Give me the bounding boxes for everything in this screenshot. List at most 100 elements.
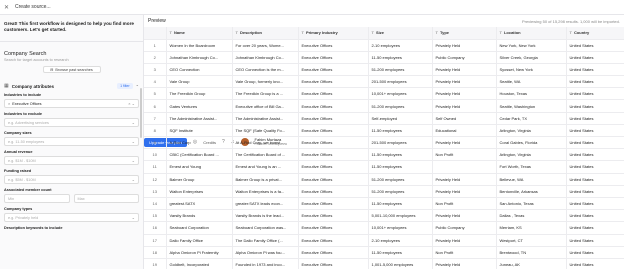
table-cell[interactable]: United States: [566, 51, 624, 64]
table-cell[interactable]: Alpha Omicron Pi was fou...: [232, 246, 299, 259]
table-row[interactable]: 4 Vale Group Vale Group, formerly kno... Ex…: [144, 75, 624, 89]
table-row[interactable]: 19 Goldbelt, Incorporated Founded in 1973 …: [144, 258, 624, 269]
table-cell[interactable]: Executive Offices: [298, 112, 369, 125]
column-header-location[interactable]: T Location: [496, 27, 567, 40]
table-cell[interactable]: The Certification Board of ...: [232, 148, 299, 162]
table-cell[interactable]: Brentwood, TN: [496, 246, 567, 259]
table-cell[interactable]: 10,001+ employees: [368, 87, 433, 101]
table-cell[interactable]: Vale Group, formerly kno...: [232, 75, 299, 89]
table-cell[interactable]: Executive Offices: [298, 87, 369, 101]
table-cell[interactable]: Westport, CT: [496, 234, 567, 247]
table-cell[interactable]: Balmer Group: [166, 173, 233, 186]
table-cell[interactable]: Merriam, KS: [496, 221, 567, 235]
table-cell[interactable]: United States: [566, 258, 624, 269]
table-cell[interactable]: 11-50 employees: [368, 197, 433, 211]
table-cell[interactable]: The Dallo Family Office (...: [232, 234, 299, 247]
table-cell[interactable]: greatest.SATX: [166, 197, 233, 211]
table-cell[interactable]: Educational: [432, 124, 497, 138]
table-cell[interactable]: Privately Held: [432, 87, 497, 101]
table-cell[interactable]: Coral Gables, Florida: [496, 136, 567, 150]
industries-exclude-select[interactable]: e.g. Advertising services ⌄: [4, 118, 139, 127]
table-cell[interactable]: Bellevue, WA: [496, 173, 567, 186]
table-cell[interactable]: Executive Offices: [298, 136, 369, 150]
table-cell[interactable]: Varsity Brands is the lead...: [232, 209, 299, 223]
table-cell[interactable]: Executive Offices: [298, 124, 369, 138]
table-cell[interactable]: Juneau, AK: [496, 258, 567, 269]
table-cell[interactable]: Non Profit: [432, 197, 497, 211]
table-cell[interactable]: 51-200 employees: [368, 185, 433, 198]
table-cell[interactable]: United States: [566, 39, 624, 52]
table-cell[interactable]: United States: [566, 148, 624, 162]
table-row[interactable]: 5 The Freedkin Group The Freedkin Group is…: [144, 87, 624, 101]
table-cell[interactable]: Silver Creek, Georgia: [496, 51, 567, 64]
table-cell[interactable]: San Antonio, Texas: [496, 197, 567, 211]
table-cell[interactable]: The Administrative Assist...: [166, 112, 233, 125]
table-row[interactable]: 7 The Administrative Assist... The Adminis…: [144, 112, 624, 125]
table-cell[interactable]: United States: [566, 75, 624, 89]
table-cell[interactable]: United States: [566, 185, 624, 198]
table-cell[interactable]: 51-200 employees: [368, 99, 433, 113]
table-cell[interactable]: Public Company: [432, 51, 497, 64]
table-cell[interactable]: The Administrative Assist...: [232, 112, 299, 125]
table-cell[interactable]: 201-500 employees: [368, 75, 433, 89]
table-cell[interactable]: Arlington, Virginia: [496, 124, 567, 138]
table-cell[interactable]: Privately Held: [432, 75, 497, 89]
table-cell[interactable]: 2-10 employees: [368, 39, 433, 52]
column-header-size[interactable]: T Size: [368, 27, 433, 40]
table-row[interactable]: 15 Varsity Brands Varsity Brands is the le…: [144, 209, 624, 223]
scrollbar[interactable]: [140, 88, 142, 138]
table-cell[interactable]: United States: [566, 160, 624, 174]
table-cell[interactable]: United States: [566, 209, 624, 223]
table-cell[interactable]: Dallas , Texas: [496, 209, 567, 223]
table-cell[interactable]: United States: [566, 197, 624, 211]
table-cell[interactable]: A-Rod Corp: [166, 136, 233, 150]
table-cell[interactable]: The Freedkin Group: [166, 87, 233, 101]
table-cell[interactable]: Johnathan Kimbrough Co...: [232, 51, 299, 64]
table-cell[interactable]: Cedar Park, TX: [496, 112, 567, 125]
table-cell[interactable]: United States: [566, 87, 624, 101]
table-cell[interactable]: Privately Held: [432, 258, 497, 269]
table-cell[interactable]: 10,001+ employees: [368, 221, 433, 235]
close-icon[interactable]: ✕: [4, 4, 9, 11]
industries-include-select[interactable]: × Executive Offices × ⌄: [4, 99, 139, 108]
table-cell[interactable]: United States: [566, 234, 624, 247]
column-header-description[interactable]: T Description: [232, 27, 299, 40]
table-cell[interactable]: Seaboard Corporation: [166, 221, 233, 235]
table-cell[interactable]: Executive office of Bill Ga...: [232, 99, 299, 113]
table-cell[interactable]: Johnathan Kimbrough Co...: [166, 51, 233, 64]
table-row[interactable]: 13 Walton Enterprises Walton Enterprises i…: [144, 185, 624, 198]
table-cell[interactable]: Self Owned: [432, 112, 497, 125]
table-cell[interactable]: Seattle, Washington: [496, 99, 567, 113]
table-cell[interactable]: Gates Ventures: [166, 99, 233, 113]
table-cell[interactable]: Ernest and Young: [166, 160, 233, 174]
table-cell[interactable]: Seaboard Corporation was...: [232, 221, 299, 235]
table-cell[interactable]: For over 20 years, Wome...: [232, 39, 299, 52]
table-cell[interactable]: Walton Enterprises is a fa...: [232, 185, 299, 198]
table-cell[interactable]: Executive Offices: [298, 221, 369, 235]
table-cell[interactable]: Non Profit: [432, 148, 497, 162]
table-cell[interactable]: Executive Offices: [298, 39, 369, 52]
table-cell[interactable]: United States: [566, 99, 624, 113]
table-cell[interactable]: Privately Held: [432, 39, 497, 52]
table-row[interactable]: 8 SQF Institute The SQF (Safe Quality Fo..…: [144, 124, 624, 138]
company-types-select[interactable]: e.g. Privately held ⌄: [4, 213, 139, 222]
table-cell[interactable]: Privately Held: [432, 173, 497, 186]
table-cell[interactable]: United States: [566, 63, 624, 77]
column-header-type[interactable]: T Type: [432, 27, 497, 40]
table-cell[interactable]: United States: [566, 246, 624, 259]
table-cell[interactable]: At A-Rod Corp, we invest ...: [232, 136, 299, 150]
table-cell[interactable]: Privately Held: [432, 185, 497, 198]
table-cell[interactable]: Balmer Group is a privat...: [232, 173, 299, 186]
table-cell[interactable]: Arlington, Virginia: [496, 148, 567, 162]
table-cell[interactable]: New York, New York: [496, 39, 567, 52]
table-cell[interactable]: United States: [566, 136, 624, 150]
table-cell[interactable]: [432, 160, 497, 174]
table-cell[interactable]: Privately Held: [432, 99, 497, 113]
table-row[interactable]: 2 Johnathan Kimbrough Co... Johnathan Kimb…: [144, 51, 624, 64]
column-header-primary-industry[interactable]: T Primary Industry: [298, 27, 369, 40]
table-cell[interactable]: 11-50 employees: [368, 124, 433, 138]
table-cell[interactable]: 2-10 employees: [368, 234, 433, 247]
column-header-country[interactable]: T Country: [566, 27, 624, 40]
table-cell[interactable]: Seattle, WA: [496, 75, 567, 89]
annual-revenue-select[interactable]: e.g. $1M - $10M ⌄: [4, 156, 139, 165]
